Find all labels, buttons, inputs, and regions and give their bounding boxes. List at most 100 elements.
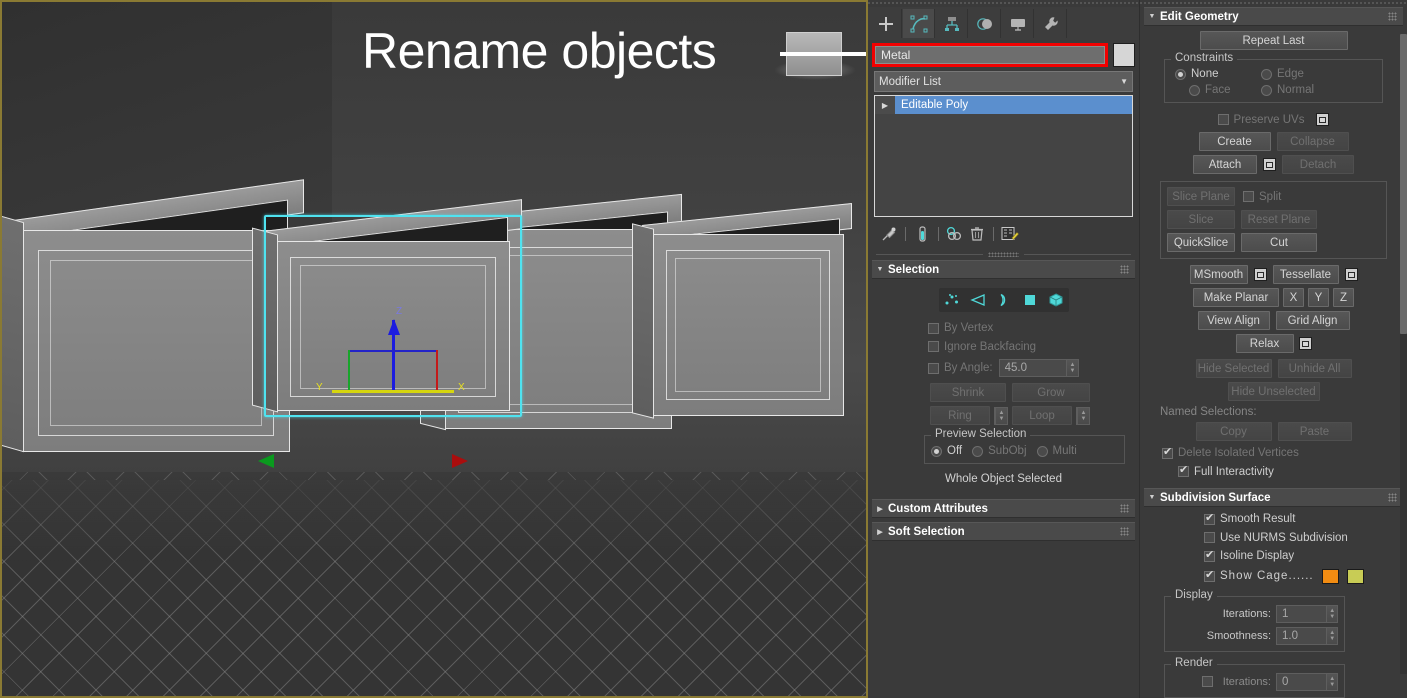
spinner-arrows[interactable]: ▲▼ <box>995 408 1007 424</box>
preview-off-radio[interactable]: Off <box>931 445 962 457</box>
vertex-icon[interactable] <box>941 290 963 310</box>
relax-settings-icon[interactable] <box>1299 337 1312 350</box>
loop-button[interactable]: Loop <box>1012 406 1072 425</box>
paste-button[interactable]: Paste <box>1278 422 1352 441</box>
hide-selected-button[interactable]: Hide Selected <box>1196 359 1272 378</box>
expand-triangle-icon[interactable]: ▶ <box>875 96 895 114</box>
gizmo-zx-plane[interactable] <box>436 350 438 392</box>
constraint-face-radio[interactable]: Face <box>1175 84 1261 96</box>
selection-rollout-header[interactable]: ▼ Selection <box>872 260 1135 279</box>
display-iterations-input[interactable] <box>1277 606 1326 622</box>
full-interactivity-checkbox[interactable]: Full Interactivity <box>1178 466 1274 478</box>
object-name-input[interactable] <box>875 46 1105 64</box>
preview-subobj-radio[interactable]: SubObj <box>972 445 1026 457</box>
panel-divider[interactable] <box>876 251 1131 258</box>
trash-icon[interactable] <box>966 224 988 244</box>
rollout-grip[interactable] <box>1120 265 1129 274</box>
loop-spinner[interactable]: ▲▼ <box>1076 407 1090 425</box>
utilities-tab[interactable] <box>1035 9 1067 38</box>
rollout-grip[interactable] <box>1120 527 1129 536</box>
preserve-uvs-checkbox[interactable]: Preserve UVs <box>1218 114 1305 126</box>
subdivision-surface-header[interactable]: ▼ Subdivision Surface <box>1144 488 1403 507</box>
make-unique-icon[interactable] <box>944 224 966 244</box>
polygon-icon[interactable] <box>1019 290 1041 310</box>
reset-plane-button[interactable]: Reset Plane <box>1241 210 1317 229</box>
hierarchy-tab[interactable] <box>936 9 968 38</box>
shrink-button[interactable]: Shrink <box>930 383 1006 402</box>
modify-tab[interactable] <box>903 9 935 38</box>
edge-icon[interactable] <box>967 290 989 310</box>
modifier-stack-item[interactable]: ▶ Editable Poly <box>875 96 1132 114</box>
panel-drag-handle[interactable] <box>1140 0 1407 7</box>
rollout-grip[interactable] <box>1388 12 1397 21</box>
constraint-edge-radio[interactable]: Edge <box>1261 68 1304 80</box>
slice-plane-button[interactable]: Slice Plane <box>1167 187 1235 206</box>
attach-settings-icon[interactable] <box>1263 158 1276 171</box>
tessellate-button[interactable]: Tessellate <box>1273 265 1339 284</box>
display-smoothness-input[interactable] <box>1277 628 1326 644</box>
create-tab[interactable] <box>870 9 902 38</box>
test-tube-icon[interactable] <box>911 224 933 244</box>
ring-spinner[interactable]: ▲▼ <box>994 407 1008 425</box>
render-iterations-checkbox[interactable] <box>1202 676 1218 687</box>
modifier-stack[interactable]: ▶ Editable Poly <box>874 95 1133 217</box>
spinner-arrows[interactable]: ▲▼ <box>1077 408 1089 424</box>
custom-attributes-header[interactable]: ▶ Custom Attributes <box>872 499 1135 518</box>
relax-button[interactable]: Relax <box>1236 334 1294 353</box>
spinner-arrows[interactable]: ▲▼ <box>1326 606 1337 622</box>
view-align-button[interactable]: View Align <box>1198 311 1270 330</box>
cut-button[interactable]: Cut <box>1241 233 1317 252</box>
object-color-swatch[interactable] <box>1113 43 1135 67</box>
copy-button[interactable]: Copy <box>1196 422 1272 441</box>
spinner-arrows[interactable]: ▲▼ <box>1326 628 1337 644</box>
slice-button[interactable]: Slice <box>1167 210 1235 229</box>
grow-button[interactable]: Grow <box>1012 383 1090 402</box>
display-iterations-spinner[interactable]: ▲▼ <box>1276 605 1338 623</box>
constraint-normal-radio[interactable]: Normal <box>1261 84 1314 96</box>
gizmo-y-axis[interactable] <box>332 390 394 393</box>
by-vertex-checkbox[interactable]: By Vertex <box>928 322 993 334</box>
command-panel-scrollbar[interactable] <box>1400 34 1407 674</box>
by-angle-spinner[interactable]: ▲▼ <box>999 359 1079 377</box>
quickslice-button[interactable]: QuickSlice <box>1167 233 1235 252</box>
rollout-grip[interactable] <box>1388 493 1397 502</box>
spinner-arrows[interactable]: ▲▼ <box>1066 360 1077 376</box>
preserve-uvs-settings-icon[interactable] <box>1316 113 1329 126</box>
msmooth-settings-icon[interactable] <box>1254 268 1267 281</box>
gizmo-zy-plane[interactable] <box>348 350 350 392</box>
render-iterations-input[interactable] <box>1277 674 1326 690</box>
constraint-none-radio[interactable]: None <box>1175 68 1261 80</box>
crate-object-back-2[interactable] <box>642 214 862 434</box>
spinner-arrows[interactable]: ▲▼ <box>1326 674 1337 690</box>
hide-unselected-button[interactable]: Hide Unselected <box>1228 382 1320 401</box>
soft-selection-header[interactable]: ▶ Soft Selection <box>872 522 1135 541</box>
perspective-viewport[interactable]: X Y Z Rename objects <box>0 0 868 698</box>
configure-sets-icon[interactable] <box>999 224 1021 244</box>
pin-icon[interactable] <box>878 224 900 244</box>
modifier-list-dropdown[interactable]: Modifier List ▼ <box>874 71 1133 92</box>
use-nurms-subdivision-checkbox[interactable]: Use NURMS Subdivision <box>1204 532 1348 544</box>
tessellate-settings-icon[interactable] <box>1345 268 1358 281</box>
render-iterations-spinner[interactable]: ▲▼ <box>1276 673 1338 691</box>
smooth-result-checkbox[interactable]: Smooth Result <box>1204 513 1295 525</box>
create-button[interactable]: Create <box>1199 132 1271 151</box>
display-tab[interactable] <box>1002 9 1034 38</box>
gizmo-z-axis[interactable] <box>392 320 395 392</box>
gizmo-x-axis[interactable] <box>394 390 454 393</box>
rollout-grip[interactable] <box>1120 504 1129 513</box>
cage-color-swatch-2[interactable] <box>1347 569 1364 584</box>
motion-tab[interactable] <box>969 9 1001 38</box>
planar-y-button[interactable]: Y <box>1308 288 1329 307</box>
display-smoothness-spinner[interactable]: ▲▼ <box>1276 627 1338 645</box>
panel-drag-handle[interactable] <box>868 0 1139 7</box>
by-angle-input[interactable] <box>1000 360 1067 376</box>
scrollbar-thumb[interactable] <box>1400 34 1407 334</box>
gizmo-xy-plane[interactable] <box>348 350 438 352</box>
unhide-all-button[interactable]: Unhide All <box>1278 359 1352 378</box>
ignore-backfacing-checkbox[interactable]: Ignore Backfacing <box>928 341 1036 353</box>
grid-align-button[interactable]: Grid Align <box>1276 311 1350 330</box>
cage-color-swatch-1[interactable] <box>1322 569 1339 584</box>
preview-multi-radio[interactable]: Multi <box>1037 445 1077 457</box>
edit-geometry-header[interactable]: ▼ Edit Geometry <box>1144 7 1403 26</box>
element-icon[interactable] <box>1045 290 1067 310</box>
